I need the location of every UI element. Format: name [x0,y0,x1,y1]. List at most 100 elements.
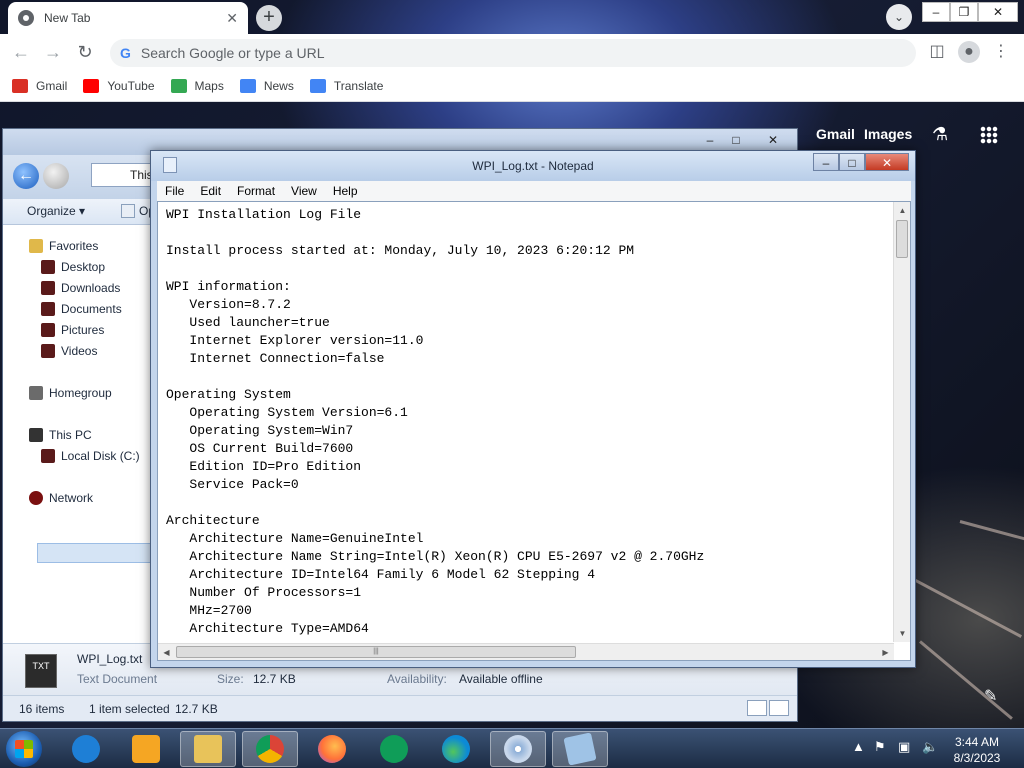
bookmark-gmail[interactable]: Gmail [12,78,67,93]
scroll-left-arrow-icon[interactable]: ◀ [158,644,175,661]
tab-close-icon[interactable]: ✕ [226,10,238,27]
tab-search-button[interactable]: ⌄ [886,4,912,30]
scroll-down-arrow-icon[interactable]: ▼ [894,625,911,642]
menu-help[interactable]: Help [325,184,366,198]
omnibox[interactable]: G Search Google or type a URL [110,39,916,67]
nav-desktop[interactable]: Desktop [41,260,105,274]
explorer-back-icon[interactable]: ← [13,163,39,189]
taskbar-internet-explorer[interactable] [58,731,114,767]
taskbar-chrome[interactable] [242,731,298,767]
notepad-line: Install process started at: Monday, July… [166,243,635,258]
scroll-up-arrow-icon[interactable]: ▲ [894,202,911,219]
chrome-icon [256,735,284,763]
tab-new-tab[interactable]: New Tab ✕ [8,2,248,34]
notepad-text-content[interactable]: WPI Installation Log File Install process… [166,206,890,640]
profile-avatar-icon[interactable]: ● [958,41,980,63]
restore-button[interactable]: ❐ [950,2,978,22]
status-selected: 1 item selected [89,702,170,716]
nav-videos[interactable]: Videos [41,344,97,358]
customize-pencil-icon[interactable]: ✎ [984,686,997,706]
taskbar-sheets[interactable] [366,731,422,767]
gmail-link[interactable]: Gmail [816,126,855,142]
volume-icon[interactable]: 🔈 [922,739,938,755]
sheets-icon [380,735,408,763]
nav-label: Pictures [61,323,105,337]
vertical-scroll-thumb[interactable] [896,220,908,258]
notepad-text-area[interactable]: WPI Installation Log File Install process… [157,201,911,661]
network-tray-icon[interactable]: ▣ [898,739,910,755]
bookmark-youtube[interactable]: YouTube [83,78,155,93]
nav-label: Desktop [61,260,106,274]
wallpaper-streak [959,520,1024,547]
close-button[interactable]: ✕ [978,2,1018,22]
bookmark-label: Maps [194,78,224,93]
minimize-button[interactable]: – [922,2,950,22]
notepad-line: Service Pack=0 [166,477,299,492]
taskbar-media-player[interactable] [118,731,174,767]
details-view-icon[interactable] [747,700,767,716]
taskbar-file-explorer[interactable] [180,731,236,767]
horizontal-scrollbar[interactable]: ◀ ||| ▶ [158,643,894,660]
nav-this-pc[interactable]: This PC [29,428,92,442]
bookmark-translate[interactable]: Translate [309,78,383,93]
notepad-line: Architecture Name String=Intel(R) Xeon(R… [166,549,705,564]
explorer-close-button[interactable]: ✕ [753,131,793,149]
bookmark-maps[interactable]: Maps [170,78,224,93]
nav-documents[interactable]: Documents [41,302,122,316]
taskbar-setup-disc[interactable] [490,731,546,767]
forward-arrow-icon[interactable]: → [42,41,64,63]
details-file-type: Text Document [77,672,158,686]
taskbar-notepad[interactable] [552,731,608,767]
action-center-flag-icon[interactable]: ⚑ [874,739,886,755]
nav-downloads[interactable]: Downloads [41,281,120,295]
reload-icon[interactable]: ↻ [74,41,96,63]
nav-network[interactable]: Network [29,491,93,505]
news-icon [239,78,256,93]
back-arrow-icon[interactable]: ← [10,41,32,63]
chrome-favicon-icon [18,10,34,26]
nav-label: Network [49,491,94,505]
menu-kebab-icon[interactable]: ⋮ [990,41,1012,63]
media-player-icon [132,735,160,763]
side-panel-icon[interactable]: ◫ [926,41,948,63]
nav-homegroup[interactable]: Homegroup [29,386,112,400]
bookmarks-bar: Gmail YouTube Maps News Translate [0,70,1024,102]
show-hidden-icons-icon[interactable]: ▲ [852,739,865,754]
notepad-line: Architecture [166,513,260,528]
selected-item-highlight [37,543,153,563]
horizontal-scroll-thumb[interactable]: ||| [176,646,576,658]
vertical-scrollbar[interactable]: ▲ ▼ [893,202,910,642]
labs-flask-icon[interactable]: ⚗ [932,124,948,145]
taskbar-firefox[interactable] [304,731,360,767]
menu-format[interactable]: Format [229,184,283,198]
open-icon[interactable] [121,204,135,218]
apps-grid-icon[interactable] [980,126,998,144]
wallpaper-streak [919,640,1013,720]
notepad-window: WPI_Log.txt - Notepad – □ ✕ File Edit Fo… [150,150,916,668]
taskbar-edge[interactable] [428,731,484,767]
system-clock[interactable]: 3:44 AM 8/3/2023 [946,734,1008,766]
text-file-icon: TXT [25,654,57,688]
images-link[interactable]: Images [864,126,912,142]
menu-file[interactable]: File [157,184,192,198]
notepad-minimize-button[interactable]: – [813,153,839,171]
notepad-close-button[interactable]: ✕ [865,153,909,171]
gmail-icon [12,78,28,93]
bookmark-news[interactable]: News [239,78,294,93]
notepad-line: Number Of Processors=1 [166,585,362,600]
start-button[interactable] [6,731,42,767]
large-icons-view-icon[interactable] [769,700,789,716]
explorer-forward-icon[interactable] [43,163,69,189]
new-tab-button[interactable]: + [256,5,282,31]
nav-local-disk[interactable]: Local Disk (C:) [41,449,140,463]
nav-pictures[interactable]: Pictures [41,323,104,337]
explorer-maximize-button[interactable]: □ [723,131,749,149]
menu-edit[interactable]: Edit [192,184,229,198]
notepad-maximize-button[interactable]: □ [839,153,865,171]
scroll-right-arrow-icon[interactable]: ▶ [877,644,894,661]
explorer-minimize-button[interactable]: – [697,131,723,149]
nav-favorites[interactable]: Favorites [29,239,98,253]
menu-view[interactable]: View [283,184,325,198]
nav-label: Downloads [61,281,121,295]
organize-button[interactable]: Organize ▾ [27,204,85,218]
